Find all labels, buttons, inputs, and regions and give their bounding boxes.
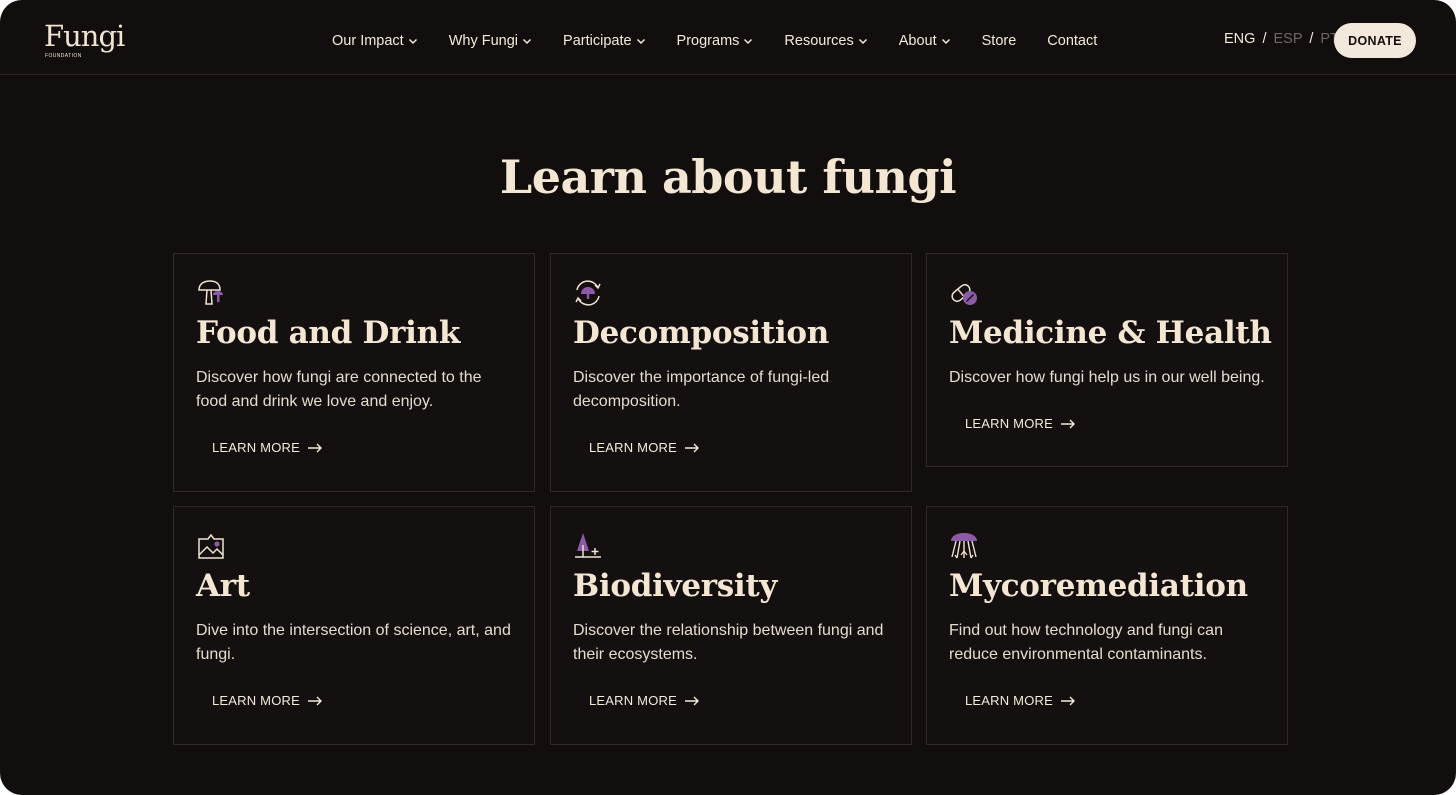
pill-icon <box>951 284 977 305</box>
chevron-down-icon <box>636 38 645 45</box>
cycle-icon <box>575 280 601 306</box>
card-description: Discover the importance of fungi-led dec… <box>573 369 830 410</box>
learn-more-link[interactable]: LEARN MORE <box>212 440 323 455</box>
lang-separator: / <box>1262 31 1267 47</box>
card-description: Discover how fungi help us in our well b… <box>949 369 1265 386</box>
arrow-right-icon <box>684 443 699 452</box>
nav-label: Contact <box>1047 33 1098 49</box>
chevron-down-icon <box>408 38 417 45</box>
main-nav: Our Impact Why Fungi Participate Program… <box>332 30 1097 52</box>
card-decomposition: Decomposition Discover the importance of… <box>550 253 912 492</box>
page-frame: Fungi FOUNDATION Our Impact Why Fungi Pa… <box>0 0 1456 795</box>
chevron-down-icon <box>744 38 753 45</box>
nav-label: Resources <box>784 33 854 49</box>
card-title: Art <box>196 568 250 604</box>
nav-label: Our Impact <box>332 33 404 49</box>
learn-more-label: LEARN MORE <box>965 416 1053 431</box>
card-medicine-health: Medicine & Health Discover how fungi hel… <box>926 253 1288 467</box>
chevron-down-icon <box>858 38 867 45</box>
site-header: Fungi FOUNDATION Our Impact Why Fungi Pa… <box>0 0 1456 75</box>
card-food-and-drink: Food and Drink Discover how fungi are co… <box>173 253 535 492</box>
card-title: Medicine & Health <box>949 315 1272 351</box>
arrow-right-icon <box>307 696 322 705</box>
lang-separator: / <box>1309 31 1314 47</box>
card-description: Discover the relationship between fungi … <box>573 622 884 663</box>
page-title: Learn about fungi <box>499 150 957 204</box>
nav-label: Programs <box>676 33 740 49</box>
nav-item-programs[interactable]: Programs <box>677 33 754 49</box>
nav-item-participate[interactable]: Participate <box>563 33 646 49</box>
mycelium-icon <box>951 533 977 559</box>
learn-more-label: LEARN MORE <box>965 693 1053 708</box>
logo-word: Fungi <box>44 19 125 53</box>
picture-icon <box>198 533 224 559</box>
learn-more-label: LEARN MORE <box>589 440 677 455</box>
learn-more-label: LEARN MORE <box>589 693 677 708</box>
lang-eng[interactable]: ENG <box>1224 31 1255 47</box>
arrow-right-icon <box>684 696 699 705</box>
chevron-down-icon <box>941 38 950 45</box>
card-mycoremediation: Mycoremediation Find out how technology … <box>926 506 1288 745</box>
nav-item-resources[interactable]: Resources <box>784 33 867 49</box>
learn-more-link[interactable]: LEARN MORE <box>212 693 323 708</box>
nav-label: About <box>898 33 937 49</box>
chevron-down-icon <box>523 38 532 45</box>
card-description: Dive into the intersection of science, a… <box>196 622 511 663</box>
learn-more-label: LEARN MORE <box>212 440 300 455</box>
card-biodiversity: Biodiversity Discover the relationship b… <box>550 506 912 745</box>
card-title: Food and Drink <box>196 315 461 351</box>
donate-button[interactable]: DONATE <box>1334 23 1416 58</box>
arrow-right-icon <box>307 443 322 452</box>
nav-label: Participate <box>563 33 632 49</box>
nav-label: Store <box>981 33 1017 49</box>
learn-more-link[interactable]: LEARN MORE <box>965 416 1076 431</box>
learn-more-link[interactable]: LEARN MORE <box>589 693 700 708</box>
lang-esp[interactable]: ESP <box>1274 31 1303 47</box>
nav-item-store[interactable]: Store <box>982 33 1017 49</box>
nav-label: Why Fungi <box>448 33 519 49</box>
card-description: Find out how technology and fungi can re… <box>949 622 1223 663</box>
tree-icon <box>575 533 601 558</box>
nav-item-our-impact[interactable]: Our Impact <box>332 33 418 49</box>
card-title: Decomposition <box>573 315 829 351</box>
arrow-right-icon <box>1060 696 1075 705</box>
learn-more-link[interactable]: LEARN MORE <box>589 440 700 455</box>
learn-more-link[interactable]: LEARN MORE <box>965 693 1076 708</box>
language-switcher: ENG / ESP / PT <box>1224 31 1339 47</box>
nav-item-contact[interactable]: Contact <box>1047 33 1097 49</box>
card-title: Biodiversity <box>573 568 778 604</box>
mushroom-icon <box>198 280 223 305</box>
fungi-foundation-logo[interactable]: Fungi FOUNDATION <box>44 20 125 60</box>
card-title: Mycoremediation <box>949 568 1248 604</box>
logo-subtitle: FOUNDATION <box>45 53 82 59</box>
nav-item-why-fungi[interactable]: Why Fungi <box>449 33 532 49</box>
arrow-right-icon <box>1060 419 1075 428</box>
card-description: Discover how fungi are connected to the … <box>196 369 482 410</box>
card-art: Art Dive into the intersection of scienc… <box>173 506 535 745</box>
nav-item-about[interactable]: About <box>899 33 951 49</box>
learn-more-label: LEARN MORE <box>212 693 300 708</box>
